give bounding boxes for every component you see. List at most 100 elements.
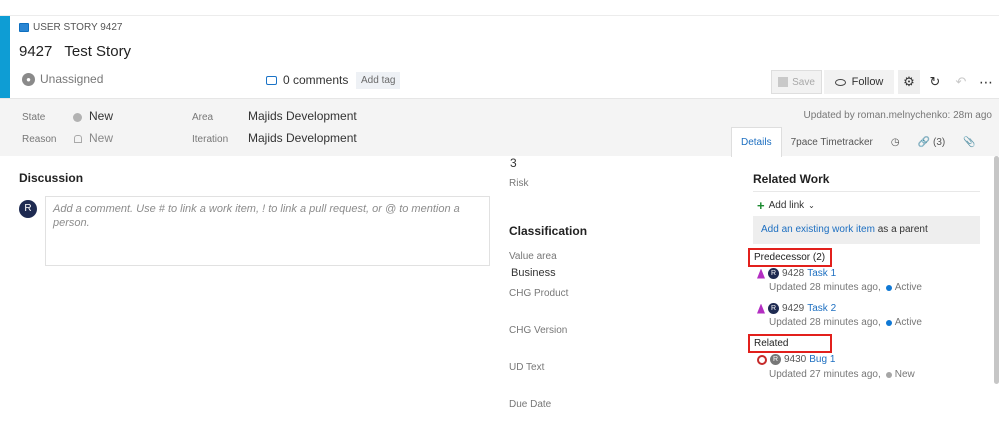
type-label-text: USER STORY 9427 [33,22,123,33]
add-link-label: Add link [768,200,805,211]
bug-icon [757,354,767,365]
chg-version-label: CHG Version [509,325,568,336]
task-icon [757,303,765,314]
work-item-link[interactable]: Bug 1 [809,354,835,365]
chg-product-label: CHG Product [509,288,569,299]
item-status-line: Updated 28 minutes ago, Active [769,282,922,293]
work-item-type-label: USER STORY 9427 [19,22,123,33]
save-icon [778,77,789,87]
list-item: R 9429 Task 2 [757,303,836,314]
work-item-color-bar [0,16,10,98]
item-status-line: Updated 28 minutes ago, Active [769,317,922,328]
iteration-value[interactable]: Majids Development [248,131,357,145]
comments-link[interactable]: 0 comments [266,73,348,87]
assignee-picker[interactable]: ● Unassigned [22,72,103,86]
value-area-label: Value area [509,251,557,262]
comment-count: 0 comments [283,73,349,87]
chevron-down-icon: ⌄ [808,201,815,210]
work-item-header: USER STORY 9427 9427 Test Story ● Unassi… [0,16,999,98]
avatar: R [770,354,781,365]
work-item-id: 9429 [782,303,805,314]
tab-details[interactable]: Details [731,127,782,157]
form-tabs: Details 7pace Timetracker ◷ 🔗 (3) 📎 [731,127,985,157]
plus-icon: + [757,198,765,213]
avatar: R [768,303,779,314]
status-text: New [894,369,915,380]
meta-band: State New Reason New Area Majids Develop… [0,98,999,157]
assignee-name: Unassigned [40,72,104,86]
history-icon: ◷ [890,136,900,148]
tab-attachments[interactable]: 📎 [954,127,984,157]
state-dot-icon [73,113,82,122]
comment-input[interactable]: Add a comment. Use # to link a work item… [45,196,490,266]
add-existing-link[interactable]: Add an existing work item [761,224,875,235]
status-text: Active [894,282,922,293]
eye-icon [834,78,846,86]
status-text: Active [894,317,922,328]
status-dot-icon [885,371,892,378]
follow-button[interactable]: Follow [824,70,894,94]
iteration-label: Iteration [192,134,229,145]
area-label: Area [192,112,214,123]
work-item-link[interactable]: Task 1 [807,268,836,279]
updated-text: Updated 28 minutes ago, [769,317,881,328]
updated-text: Updated 27 minutes ago, [769,369,881,380]
tab-7pace-timetracker[interactable]: 7pace Timetracker [782,127,882,157]
work-item-id: 9430 [784,354,807,365]
person-icon: ● [22,72,35,86]
due-date-label: Due Date [509,399,552,410]
ud-text-label: UD Text [509,362,545,373]
add-tag-button[interactable]: Add tag [356,72,401,89]
risk-label: Risk [509,178,529,189]
state-value[interactable]: New [89,109,113,123]
reason-value: New [89,131,114,145]
area-value[interactable]: Majids Development [248,109,357,123]
group-predecessor[interactable]: Predecessor (2) [748,248,832,267]
avatar: R [768,268,779,279]
existing-item-callout: Add an existing work item as a parent [753,216,980,244]
updated-text: Updated 28 minutes ago, [769,282,881,293]
save-button[interactable]: Save [771,70,822,94]
work-item-title[interactable]: Test Story [64,43,131,60]
undo-icon[interactable]: ↶ [950,70,972,94]
link-icon: 🔗 [917,136,931,148]
existing-suffix: as a parent [877,224,928,235]
work-item-link[interactable]: Task 2 [807,303,836,314]
list-item: R 9430 Bug 1 [757,354,835,365]
paperclip-icon: 📎 [963,136,976,148]
related-work-title: Related Work [753,172,830,186]
risk-value[interactable]: 3 [510,156,517,170]
discussion-title: Discussion [19,171,84,185]
follow-label: Follow [851,76,884,88]
work-item-form: USER STORY 9427 9427 Test Story ● Unassi… [0,0,999,430]
reason-label: Reason [22,134,57,145]
title-row: 9427 Test Story [19,43,131,60]
work-item-id: 9427 [19,43,53,60]
updated-by-text[interactable]: Updated by roman.melnychenko: 28m ago [804,110,992,121]
tab-links[interactable]: 🔗 (3) [909,127,955,157]
divider [753,191,980,192]
links-count: (3) [933,136,946,148]
lock-icon [74,135,82,143]
list-item: R 9428 Task 1 [757,268,836,279]
classification-title: Classification [509,224,588,238]
group-related[interactable]: Related [748,334,832,353]
refresh-icon[interactable]: ↻ [924,70,946,94]
avatar: R [19,200,37,218]
tab-history[interactable]: ◷ [882,127,909,157]
status-dot-icon [885,319,892,326]
add-link-button[interactable]: + Add link ⌄ [757,198,815,213]
book-icon [19,23,29,32]
value-area-value[interactable]: Business [511,267,556,279]
comment-icon [266,75,277,85]
scrollbar[interactable] [994,156,999,384]
gear-icon[interactable]: ⚙ [898,70,920,94]
status-dot-icon [885,284,892,291]
more-options-icon[interactable]: ⋯ [975,70,997,94]
state-label: State [22,112,46,123]
item-status-line: Updated 27 minutes ago, New [769,369,915,380]
work-item-id: 9428 [782,268,805,279]
task-icon [757,268,765,279]
top-strip [0,0,999,16]
save-label: Save [792,76,815,88]
